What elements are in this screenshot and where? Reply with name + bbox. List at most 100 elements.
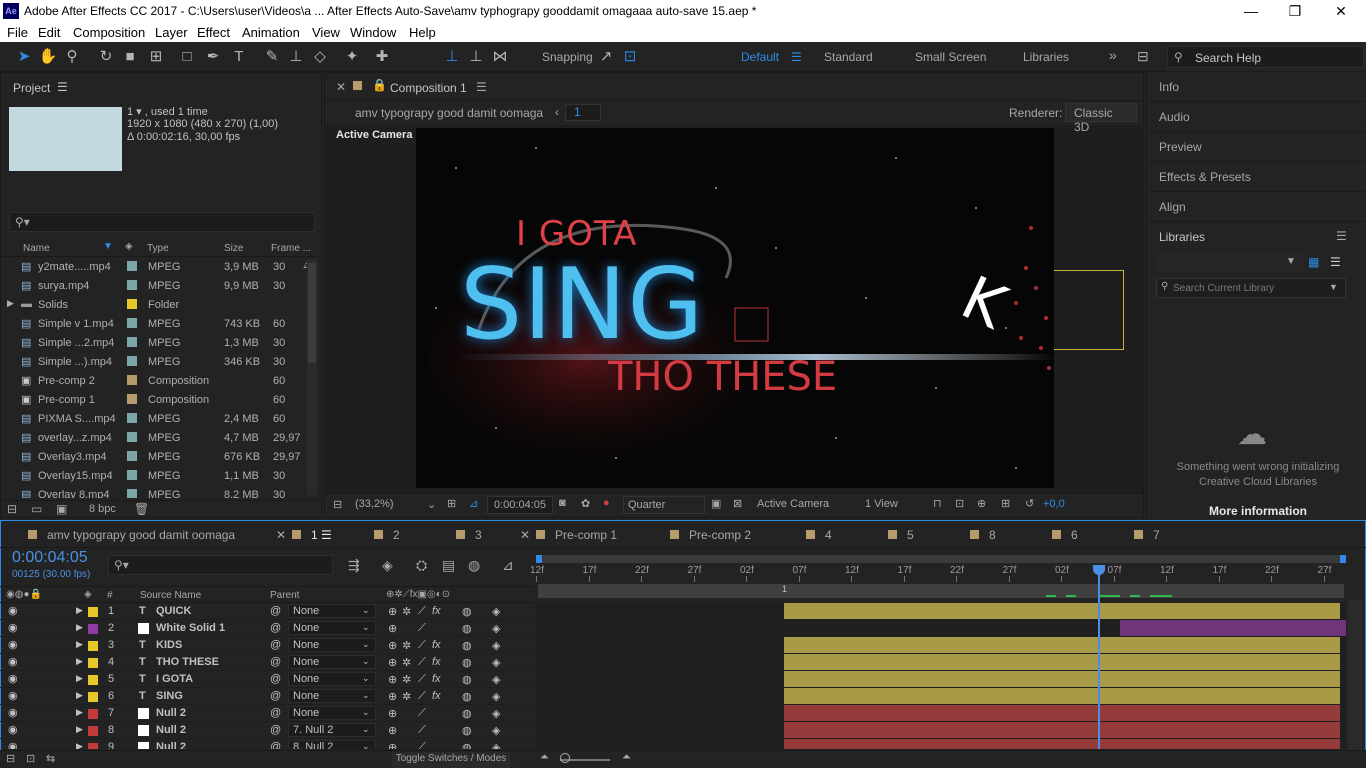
fx-icon[interactable]: fx — [432, 690, 441, 702]
delete-icon[interactable]: 🗑 — [134, 502, 149, 516]
quality-icon[interactable]: ⟋ — [418, 707, 426, 720]
pickwhip-icon[interactable]: @ — [270, 639, 281, 651]
collapse-icon[interactable]: ✲ — [402, 639, 411, 652]
timeline-layer-row[interactable]: ◉ ▶ 6 T SING @ None ⌄ ⊕ ✲ ⟋ fx ◍ ◈ — [0, 688, 535, 705]
label-swatch[interactable] — [127, 261, 137, 271]
camera-view-select[interactable]: Active Camera — [753, 496, 855, 514]
eraser-tool-icon[interactable]: ◇ — [310, 47, 330, 67]
eye-icon[interactable]: ◉ — [8, 740, 18, 749]
libraries-title[interactable]: Libraries — [1159, 230, 1205, 244]
timeline-tab-4[interactable]: 4 — [806, 528, 832, 542]
quality-icon[interactable]: ⟋ — [418, 605, 426, 618]
layer-name[interactable]: Null 2 — [156, 741, 186, 749]
label-swatch[interactable] — [88, 607, 98, 617]
label-swatch[interactable] — [127, 451, 137, 461]
hand-tool-icon[interactable]: ✋ — [38, 47, 58, 67]
layer-duration-bar[interactable] — [784, 722, 1340, 738]
zoom-out-icon[interactable]: ⏶ — [540, 751, 549, 764]
chevron-left-icon[interactable]: ‹ — [555, 105, 559, 119]
label-swatch[interactable] — [127, 356, 137, 366]
motion-blur-icon[interactable]: ◍ — [462, 622, 472, 635]
chevron-down-icon[interactable]: ⌄ — [362, 605, 370, 616]
shy-icon[interactable]: ⊕ — [388, 673, 397, 686]
fx-icon[interactable]: fx — [432, 656, 441, 668]
workspace-standard[interactable]: Standard — [824, 50, 873, 64]
col-type[interactable]: Type — [147, 243, 169, 254]
snapshot-icon[interactable]: ◙ — [559, 497, 566, 509]
layer-duration-bar[interactable] — [784, 654, 1340, 670]
timeline-layer-row[interactable]: ◉ ▶ 7 Null 2 @ None ⌄ ⊕ ⟋ ◍ ◈ — [0, 705, 535, 722]
effects-presets-panel-tab[interactable]: Effects & Presets — [1148, 162, 1366, 192]
preview-panel-tab[interactable]: Preview — [1148, 132, 1366, 162]
fx-icon[interactable]: fx — [432, 605, 441, 617]
pickwhip-icon[interactable]: @ — [270, 724, 281, 736]
help-search-input[interactable]: ⚲ Search Help — [1167, 46, 1364, 68]
timeline-layer-row[interactable]: ◉ ▶ 2 White Solid 1 @ None ⌄ ⊕ ⟋ ◍ ◈ — [0, 620, 535, 637]
camera-tool-icon[interactable]: ■ — [120, 47, 140, 67]
time-ruler[interactable]: 12f 17f 22f 27f 02f 07f 12f 17f 22f 27f 02f 07f 12f 1… — [530, 563, 1346, 583]
menu-layer[interactable]: Layer — [155, 25, 188, 40]
sync-settings-icon[interactable]: ⊟ — [1137, 48, 1149, 65]
eye-icon[interactable]: ◉ — [8, 621, 18, 634]
lock-icon[interactable]: 🔒 — [372, 78, 387, 92]
project-item[interactable]: ▤ Overlay3.mp4 MPEG 676 KB 29,97 — [1, 448, 321, 467]
layer-duration-bar[interactable] — [784, 739, 1340, 749]
motion-blur-icon[interactable]: ◍ — [462, 605, 472, 618]
3d-layer-icon[interactable]: ◈ — [492, 639, 500, 652]
eye-icon[interactable]: ◉ — [8, 723, 18, 736]
timeline-layer-row[interactable]: ◉ ▶ 9 Null 2 @8. Null 2 ⌄ ⊕ ⟋ ◍ ◈ — [0, 739, 535, 749]
timeline-tab-7[interactable]: 7 — [1134, 528, 1160, 542]
draft-3d-icon[interactable]: ◈ — [382, 557, 393, 574]
timeline-tab-5[interactable]: 5 — [888, 528, 914, 542]
work-area-bar[interactable]: 1 — [538, 584, 1344, 598]
label-swatch[interactable] — [88, 726, 98, 736]
chevron-down-icon[interactable]: ⌄ — [362, 673, 370, 684]
frame-blending-icon[interactable]: ▤ — [442, 557, 455, 574]
timeline-tab-1[interactable]: 1 ☰ — [292, 528, 332, 542]
audio-panel-tab[interactable]: Audio — [1148, 102, 1366, 132]
snap-icon[interactable]: ↗ — [596, 47, 616, 67]
shy-icon[interactable]: ⊕ — [388, 622, 397, 635]
collapse-icon[interactable]: ✲ — [402, 690, 411, 703]
pickwhip-icon[interactable]: @ — [270, 656, 281, 668]
label-swatch[interactable] — [127, 375, 137, 385]
col-parent[interactable]: Parent — [270, 590, 299, 601]
shy-layers-icon[interactable]: ⛭ — [416, 557, 427, 574]
eye-icon[interactable]: ◉ — [8, 638, 18, 651]
3d-layer-icon[interactable]: ◈ — [492, 707, 500, 720]
layer-duration-bar[interactable] — [784, 603, 1340, 619]
expand-arrow-icon[interactable]: ▶ — [76, 690, 83, 701]
timeline-layer-row[interactable]: ◉ ▶ 1 T QUICK @ None ⌄ ⊕ ✲ ⟋ fx ◍ ◈ — [0, 603, 535, 620]
layer-switches-icon[interactable]: ⊟ — [6, 752, 15, 765]
interpret-footage-icon[interactable]: ⊟ — [7, 502, 17, 516]
layer-duration-bar[interactable] — [784, 688, 1340, 704]
workspace-default[interactable]: Default — [741, 50, 779, 64]
zoom-in-icon[interactable]: ⏶ — [622, 751, 631, 764]
col-size[interactable]: Size — [224, 243, 243, 254]
layer-name[interactable]: White Solid 1 — [156, 622, 225, 634]
menu-edit[interactable]: Edit — [38, 25, 60, 40]
label-swatch[interactable] — [88, 675, 98, 685]
3d-layer-icon[interactable]: ◈ — [492, 741, 500, 749]
col-frame[interactable]: Frame ... — [271, 243, 311, 254]
comp-breadcrumb[interactable]: amv typograpy good damit oomaga — [355, 106, 543, 120]
collapse-icon[interactable]: ✲ — [402, 656, 411, 669]
snap-grid-icon[interactable]: ⊡ — [620, 47, 640, 67]
timeline-tab-main[interactable]: amv typograpy good damit oomaga — [28, 528, 235, 542]
layer-name[interactable]: SING — [156, 690, 183, 702]
workspace-menu-icon[interactable]: ☰ — [791, 50, 802, 64]
label-swatch[interactable] — [127, 299, 137, 309]
eye-icon[interactable]: ◉ — [8, 655, 18, 668]
project-search-input[interactable]: ⚲▾ — [9, 212, 315, 232]
clone-stamp-tool-icon[interactable]: ⊥ — [286, 47, 306, 67]
always-preview-icon[interactable]: ⊟ — [333, 498, 342, 511]
align-panel-tab[interactable]: Align — [1148, 192, 1366, 222]
fx-icon[interactable]: fx — [432, 639, 441, 651]
region-of-interest-icon[interactable]: ▣ — [711, 497, 721, 510]
expand-arrow-icon[interactable]: ▶ — [76, 724, 83, 735]
expand-arrow-icon[interactable]: ▶ — [76, 673, 83, 684]
library-select[interactable]: ▼ — [1156, 254, 1304, 272]
label-swatch[interactable] — [88, 743, 98, 749]
info-panel-tab[interactable]: Info — [1148, 72, 1366, 102]
bpc-label[interactable]: 8 bpc — [89, 503, 116, 515]
